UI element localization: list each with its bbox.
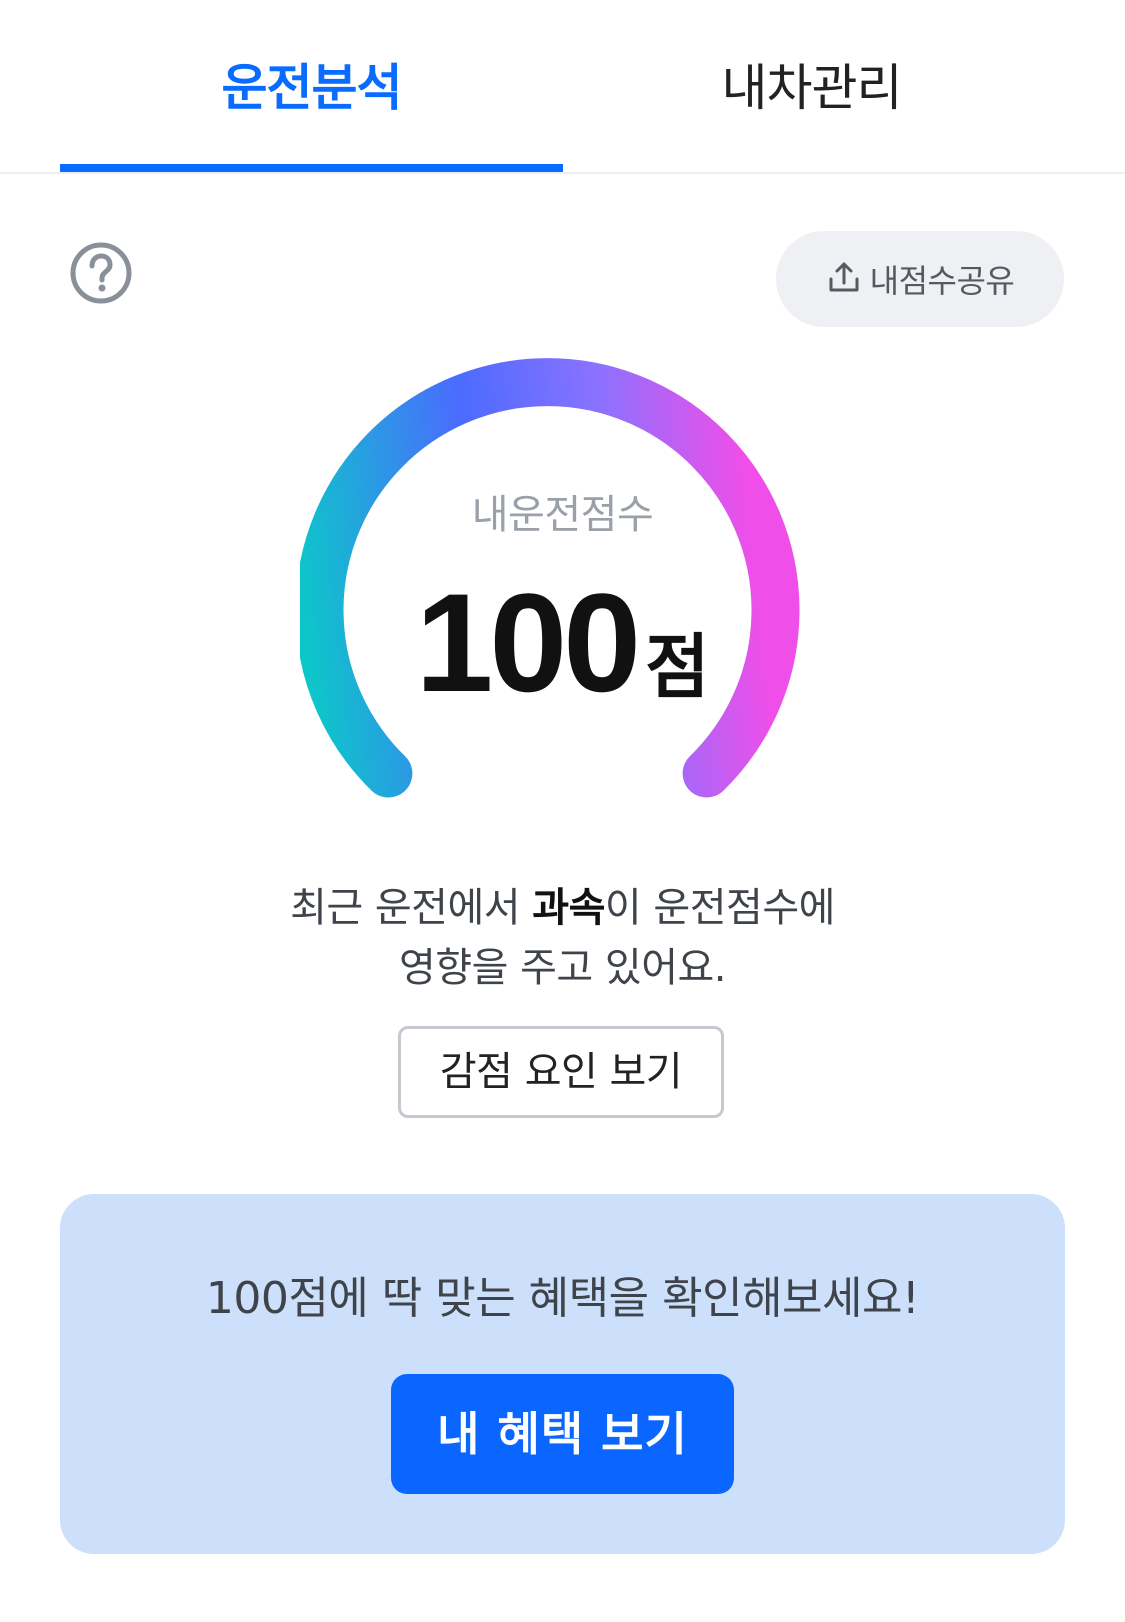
benefit-text: 100점에 딱 맞는 혜택을 확인해보세요! [205,1273,920,1324]
message-suffix: 이 운전점수에 [604,885,836,931]
view-my-benefits-button[interactable]: 내 혜택 보기 [391,1374,734,1494]
message-prefix: 최근 운전에서 [290,885,533,931]
message-line-2: 영향을 주고 있어요. [398,945,727,991]
tab-car-management[interactable]: 내차관리 [560,48,1063,128]
share-score-button[interactable]: 내점수공유 [776,231,1064,327]
tab-bar: 운전분석 내차관리 [0,0,1125,174]
score-unit: 점 [645,626,710,708]
score-value: 100 [415,564,642,721]
message-line-1: 최근 운전에서 과속이 운전점수에 [0,878,1125,938]
gauge-caption: 내운전점수 [471,492,654,538]
view-deduction-factors-button[interactable]: 감점 요인 보기 [398,1026,724,1118]
message-highlight: 과속 [532,885,605,931]
score-message: 최근 운전에서 과속이 운전점수에 영향을 주고 있어요. [0,878,1125,998]
share-upload-icon [826,259,862,299]
active-tab-indicator [60,164,563,172]
driving-score: 100 점 [0,562,1125,724]
share-score-label: 내점수공유 [869,262,1015,300]
benefit-card: 100점에 딱 맞는 혜택을 확인해보세요! 내 혜택 보기 [60,1194,1065,1554]
tab-driving-analysis[interactable]: 운전분석 [60,48,563,128]
question-circle-icon[interactable] [70,242,132,304]
